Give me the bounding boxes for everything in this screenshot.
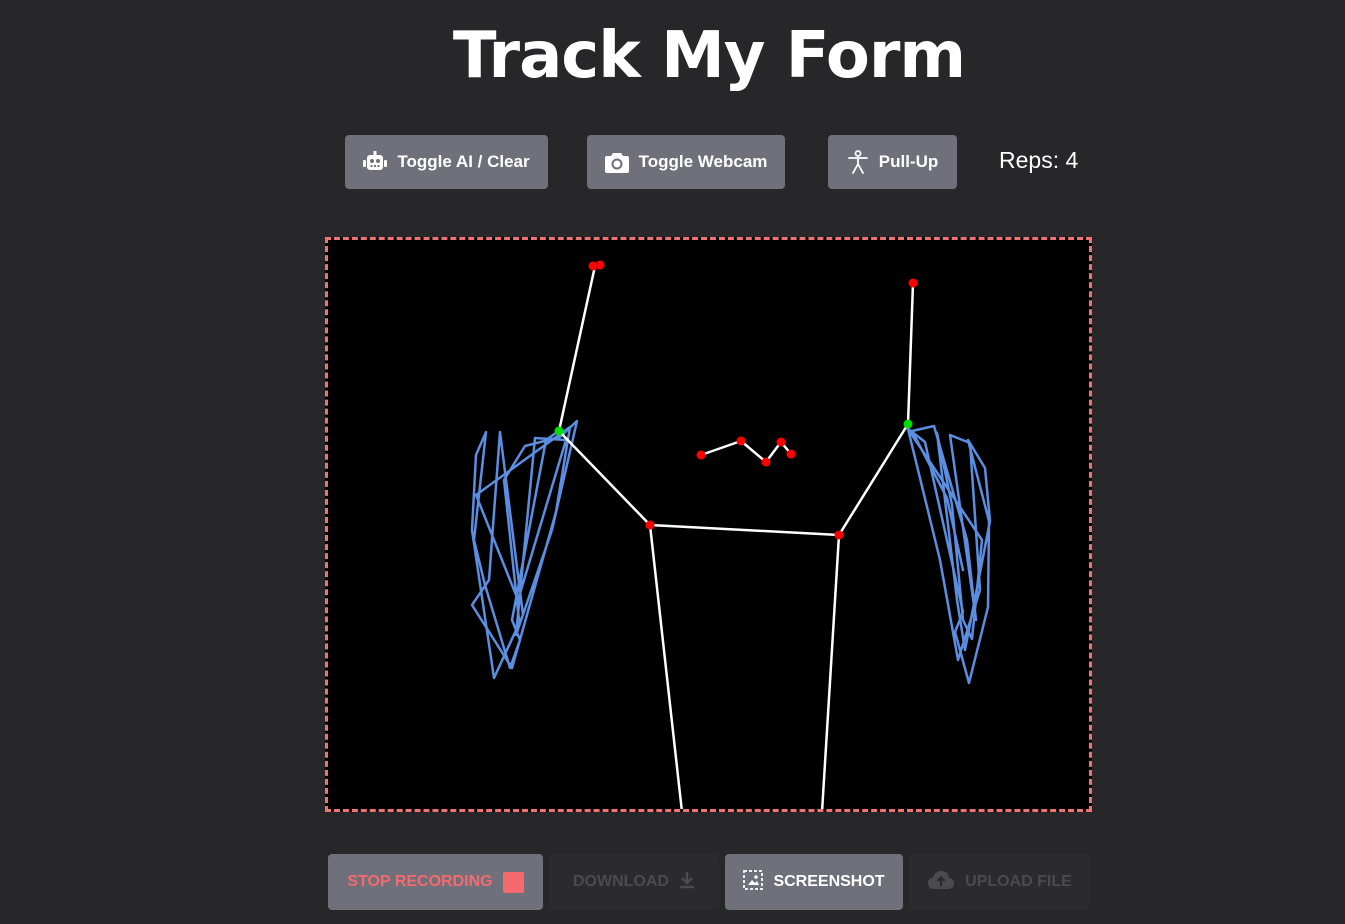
- person-icon: [847, 150, 869, 174]
- stop-recording-label: STOP RECORDING: [347, 873, 493, 890]
- toggle-webcam-button[interactable]: Toggle Webcam: [587, 135, 785, 189]
- robot-icon: [363, 151, 388, 173]
- cloud-upload-icon: [927, 870, 955, 895]
- download-label: DOWNLOAD: [573, 873, 669, 890]
- download-icon: [679, 871, 695, 894]
- skeleton-lines: [557, 264, 915, 809]
- keypoints: [588, 260, 918, 540]
- upload-file-label: UPLOAD FILE: [965, 873, 1072, 890]
- right-hand-trail: [905, 424, 992, 685]
- left-hand-trail: [470, 419, 579, 680]
- exercise-button[interactable]: Pull-Up: [828, 135, 957, 189]
- toggle-webcam-label: Toggle Webcam: [638, 152, 768, 171]
- pose-canvas: [325, 237, 1092, 812]
- download-button[interactable]: DOWNLOAD: [549, 854, 719, 910]
- pose-overlay: [470, 260, 992, 809]
- page-title: Track My Form: [452, 19, 966, 93]
- toggle-ai-button[interactable]: Toggle AI / Clear: [345, 135, 548, 189]
- wrist-points: [554, 419, 913, 436]
- upload-file-button[interactable]: UPLOAD FILE: [909, 854, 1090, 910]
- toggle-ai-label: Toggle AI / Clear: [397, 152, 530, 171]
- reps-counter: Reps: 4: [999, 147, 1079, 173]
- screenshot-icon: [743, 869, 764, 895]
- screenshot-label: SCREENSHOT: [773, 873, 885, 890]
- screenshot-button[interactable]: SCREENSHOT: [725, 854, 903, 910]
- stop-recording-button[interactable]: STOP RECORDING: [328, 854, 543, 910]
- stop-square-icon: [502, 871, 524, 893]
- exercise-label: Pull-Up: [878, 152, 939, 171]
- camera-icon: [604, 152, 629, 173]
